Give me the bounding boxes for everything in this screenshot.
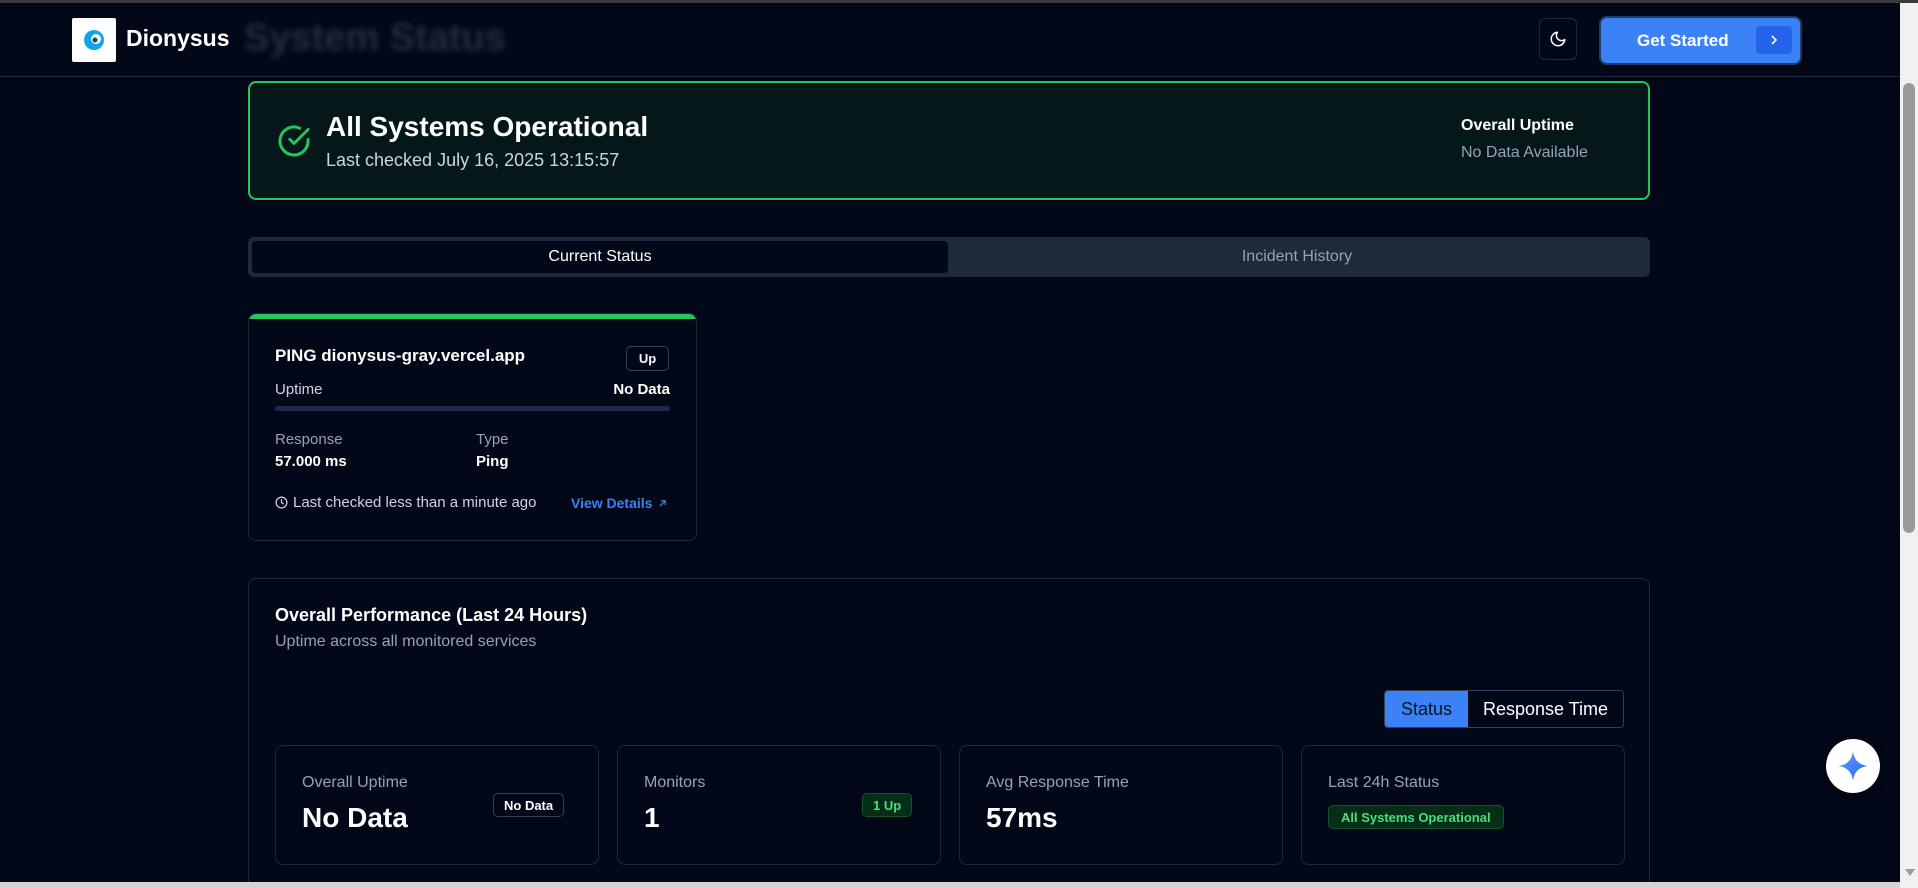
stat-label: Avg Response Time bbox=[986, 774, 1129, 791]
stat-value: 1 bbox=[644, 802, 660, 833]
toggle-response-time-button[interactable]: Response Time bbox=[1468, 691, 1623, 727]
page-scrollbar[interactable] bbox=[1900, 3, 1918, 888]
brand-name[interactable]: Dionysus bbox=[126, 25, 230, 52]
monitor-card[interactable]: PING dionysus-gray.vercel.app Up Uptime … bbox=[248, 313, 697, 541]
status-title: All Systems Operational bbox=[326, 111, 649, 142]
monitor-uptime-value: No Data bbox=[613, 381, 670, 398]
get-started-label: Get Started bbox=[1637, 30, 1729, 50]
status-banner: All Systems Operational Last checked Jul… bbox=[248, 81, 1650, 200]
stat-value: 57ms bbox=[986, 802, 1058, 833]
window-bottom-edge bbox=[0, 882, 1900, 888]
stat-label: Overall Uptime bbox=[302, 774, 408, 791]
theme-toggle-button[interactable] bbox=[1539, 18, 1577, 60]
scroll-down-arrow-icon[interactable] bbox=[1905, 869, 1915, 876]
status-badge: Up bbox=[626, 346, 669, 371]
stat-card-avg-response: Avg Response Time 57ms bbox=[959, 745, 1283, 865]
stat-badge: No Data bbox=[493, 793, 565, 817]
tab-incident-history[interactable]: Incident History bbox=[948, 241, 1646, 273]
view-details-label: View Details bbox=[571, 495, 653, 511]
performance-subtitle: Uptime across all monitored services bbox=[275, 633, 537, 650]
type-value: Ping bbox=[476, 453, 509, 470]
clock-icon bbox=[275, 496, 288, 509]
stat-badge: 1 Up bbox=[862, 793, 913, 817]
type-label: Type bbox=[476, 431, 509, 448]
monitor-uptime-label: Uptime bbox=[275, 381, 323, 398]
site-header: Dionysus System Status Get Started bbox=[0, 3, 1900, 77]
chevron-right-icon bbox=[1756, 26, 1792, 54]
last-checked-timestamp: Last checked July 16, 2025 13:15:57 bbox=[326, 150, 620, 170]
toggle-status-button[interactable]: Status bbox=[1385, 691, 1468, 727]
tab-current-status[interactable]: Current Status bbox=[252, 241, 948, 273]
uptime-progress-bar bbox=[275, 406, 670, 411]
stat-card-last-24h: Last 24h Status All Systems Operational bbox=[1301, 745, 1625, 865]
status-indicator-bar bbox=[249, 314, 696, 319]
overall-uptime-label: Overall Uptime bbox=[1461, 117, 1574, 134]
scrollbar-thumb[interactable] bbox=[1903, 83, 1915, 533]
last-checked-text: Last checked less than a minute ago bbox=[293, 494, 537, 511]
overall-uptime-value: No Data Available bbox=[1461, 144, 1588, 161]
monitor-name: PING dionysus-gray.vercel.app bbox=[275, 346, 526, 365]
view-details-link[interactable]: View Details bbox=[571, 495, 667, 511]
stat-card-monitors: Monitors 1 1 Up bbox=[617, 745, 941, 865]
check-circle-icon bbox=[278, 125, 310, 157]
get-started-button[interactable]: Get Started bbox=[1601, 18, 1800, 63]
status-tabs: Current Status Incident History bbox=[248, 237, 1650, 277]
stat-card-overall-uptime: Overall Uptime No Data No Data bbox=[275, 745, 599, 865]
external-link-icon bbox=[659, 499, 667, 507]
chart-mode-toggle: Status Response Time bbox=[1384, 690, 1624, 728]
response-value: 57.000 ms bbox=[275, 453, 347, 470]
response-label: Response bbox=[275, 431, 343, 448]
page-title: System Status bbox=[244, 17, 506, 59]
performance-section: Overall Performance (Last 24 Hours) Upti… bbox=[248, 578, 1650, 888]
performance-title: Overall Performance (Last 24 Hours) bbox=[275, 605, 588, 625]
logo-icon bbox=[84, 30, 104, 50]
status-badge: All Systems Operational bbox=[1328, 805, 1504, 829]
brand-logo[interactable] bbox=[72, 18, 116, 62]
stat-label: Monitors bbox=[644, 774, 706, 791]
ai-assistant-button[interactable] bbox=[1826, 739, 1880, 793]
sparkle-icon bbox=[1838, 751, 1868, 781]
moon-icon bbox=[1550, 31, 1566, 47]
stat-label: Last 24h Status bbox=[1328, 774, 1440, 791]
monitor-last-checked: Last checked less than a minute ago bbox=[275, 494, 537, 511]
stat-value: No Data bbox=[302, 802, 408, 833]
